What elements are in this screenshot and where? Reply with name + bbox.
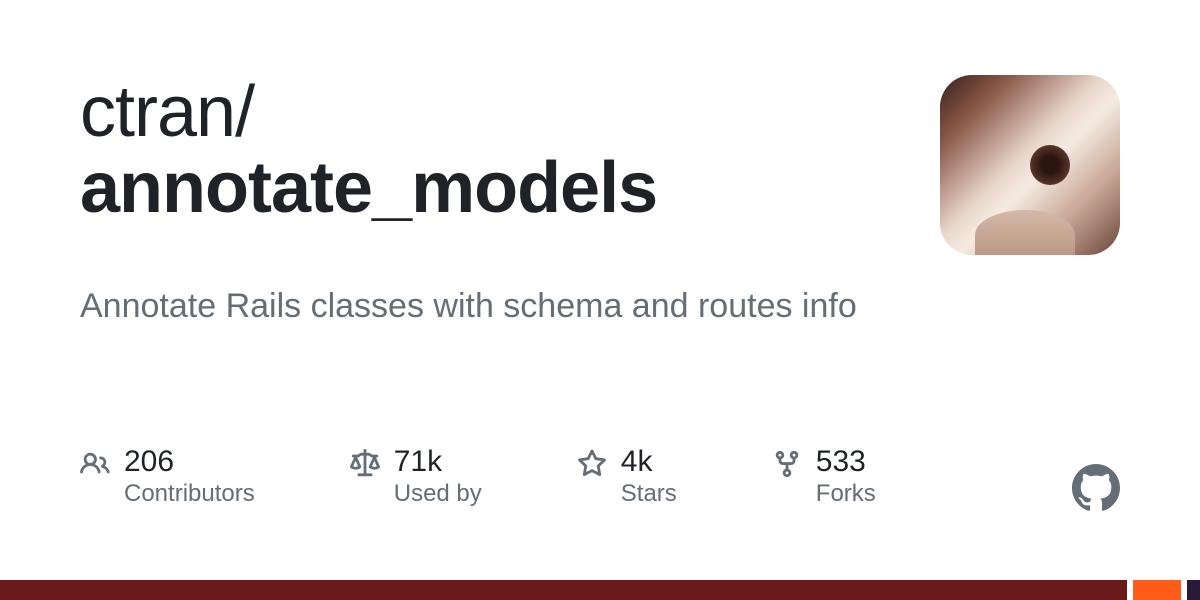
used-by-value: 71k (394, 445, 482, 478)
stat-contributors: 206 Contributors (80, 445, 255, 508)
contributors-label: Contributors (124, 480, 255, 508)
contributors-value: 206 (124, 445, 255, 478)
header-row: ctran/ annotate_models (80, 75, 1120, 255)
stat-used-by: 71k Used by (350, 445, 482, 508)
stat-stars: 4k Stars (577, 445, 677, 508)
package-dependents-icon (350, 449, 380, 479)
stat-forks: 533 Forks (772, 445, 876, 508)
used-by-label: Used by (394, 480, 482, 508)
star-icon (577, 449, 607, 479)
repo-description: Annotate Rails classes with schema and r… (80, 283, 1120, 331)
forks-value: 533 (816, 445, 876, 478)
repo-name: annotate_models (80, 151, 940, 227)
repo-owner: ctran/ (80, 75, 940, 151)
language-bar (0, 580, 1200, 600)
forks-label: Forks (816, 480, 876, 508)
avatar (940, 75, 1120, 255)
stars-label: Stars (621, 480, 677, 508)
stars-value: 4k (621, 445, 677, 478)
title-block: ctran/ annotate_models (80, 75, 940, 226)
github-logo-icon (1072, 464, 1120, 512)
fork-icon (772, 449, 802, 479)
repo-card: ctran/ annotate_models Annotate Rails cl… (0, 0, 1200, 580)
stats-row: 206 Contributors 71k Used by 4k Stars (80, 445, 1120, 508)
people-icon (80, 449, 110, 479)
